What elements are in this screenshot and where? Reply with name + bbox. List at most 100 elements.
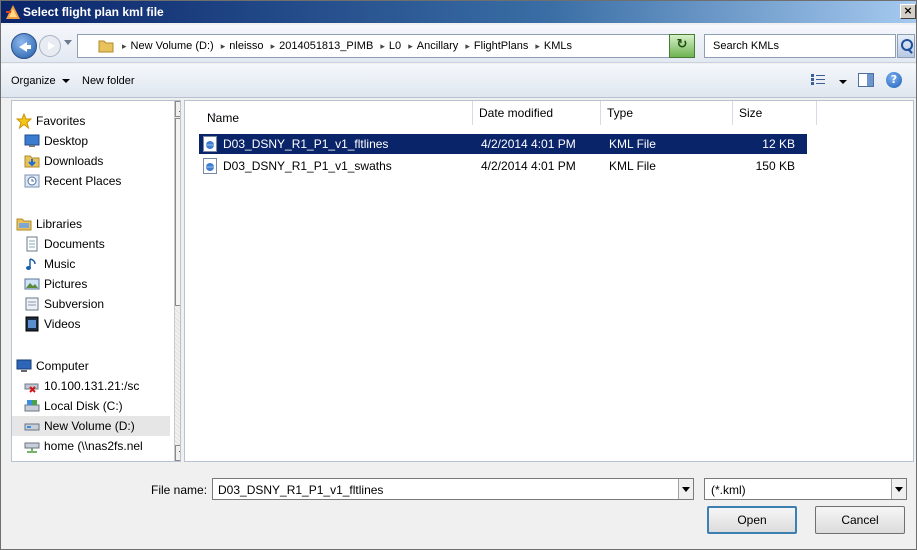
sidebar-item-downloads[interactable]: Downloads — [12, 151, 170, 171]
sidebar-item-pictures[interactable]: Pictures — [12, 274, 170, 294]
sidebar-item-network-share[interactable]: 10.100.131.21:/sc — [12, 376, 170, 396]
breadcrumb-separator-icon[interactable]: ▸ — [465, 41, 470, 51]
sidebar-item-label: Recent Places — [44, 174, 122, 188]
sidebar-item-label: Videos — [44, 317, 81, 331]
refresh-button[interactable]: ↻ — [669, 34, 695, 58]
sidebar-item-videos[interactable]: Videos — [12, 314, 170, 334]
breadcrumb-item[interactable]: New Volume (D:) — [131, 40, 214, 52]
documents-icon — [26, 236, 38, 252]
new-folder-button[interactable]: New folder — [82, 75, 135, 87]
recent-places-icon — [24, 174, 40, 188]
sidebar-item-local-disk-c[interactable]: Local Disk (C:) — [12, 396, 170, 416]
chevron-down-icon[interactable] — [678, 479, 693, 499]
sidebar-group-libraries[interactable]: Libraries — [12, 214, 170, 234]
views-dropdown-icon[interactable] — [839, 80, 847, 84]
breadcrumb-separator-icon[interactable]: ▸ — [221, 41, 226, 51]
breadcrumb-item[interactable]: KMLs — [544, 40, 572, 52]
file-name: D03_DSNY_R1_P1_v1_swaths — [223, 159, 392, 173]
address-bar[interactable]: ▸ New Volume (D:) ▸ nleisso ▸ 2014051813_PI… — [77, 34, 695, 58]
sidebar-item-label: Pictures — [44, 277, 88, 291]
desktop-icon — [24, 134, 40, 147]
file-name-combobox[interactable]: D03_DSNY_R1_P1_v1_fltlines — [212, 478, 694, 500]
sidebar-group-favorites[interactable]: Favorites — [12, 111, 170, 131]
file-name-value[interactable]: D03_DSNY_R1_P1_v1_fltlines — [218, 483, 383, 497]
history-dropdown-arrow[interactable] — [64, 40, 72, 45]
sidebar-item-subversion[interactable]: Subversion — [12, 294, 170, 314]
search-input[interactable]: Search KMLs — [704, 34, 896, 58]
scrollbar-thumb[interactable] — [175, 118, 180, 306]
change-view-icon[interactable] — [811, 74, 825, 86]
breadcrumb-separator-icon[interactable]: ▸ — [380, 41, 385, 51]
sidebar-item-documents[interactable]: Documents — [12, 234, 170, 254]
search-placeholder: Search KMLs — [713, 40, 780, 52]
volume-icon — [24, 423, 40, 431]
downloads-icon — [24, 155, 40, 168]
breadcrumb-separator-icon[interactable]: ▸ — [535, 41, 540, 51]
chevron-down-icon[interactable] — [891, 479, 906, 499]
search-icon[interactable] — [897, 34, 915, 58]
file-type: KML File — [609, 159, 656, 173]
kml-file-icon — [203, 136, 217, 152]
sidebar-item-label: 10.100.131.21:/sc — [44, 379, 140, 393]
column-header-label: Date modified — [479, 106, 554, 120]
sort-ascending-icon: ^ — [212, 111, 217, 121]
file-date: 4/2/2014 4:01 PM — [481, 159, 576, 173]
column-header-type[interactable]: Type — [601, 101, 733, 125]
sidebar-item-label: Local Disk (C:) — [44, 399, 123, 413]
sidebar-item-label: home (\\nas2fs.nel — [44, 439, 143, 453]
file-type-select[interactable]: (*.kml) — [704, 478, 907, 500]
column-header-name[interactable]: Name ^ — [195, 101, 473, 125]
breadcrumb-item[interactable]: Ancillary — [417, 40, 459, 52]
network-drive-disconnected-icon — [24, 383, 39, 393]
file-row[interactable]: D03_DSNY_R1_P1_v1_swaths 4/2/2014 4:01 P… — [199, 156, 807, 176]
navigation-bar: ▸ New Volume (D:) ▸ nleisso ▸ 2014051813_PI… — [1, 25, 916, 63]
file-dialog-window: Select flight plan kml file × ▸ New Volum… — [0, 0, 917, 550]
breadcrumb-separator-icon[interactable]: ▸ — [408, 41, 413, 51]
breadcrumb-separator-icon[interactable]: ▸ — [122, 41, 127, 51]
navigation-pane[interactable]: Favorites Desktop Downloads Recent Place… — [11, 100, 181, 462]
scroll-up-icon[interactable] — [175, 101, 180, 117]
breadcrumb[interactable]: ▸ New Volume (D:) ▸ nleisso ▸ 2014051813_PI… — [118, 40, 572, 52]
column-header-label: Size — [739, 106, 763, 120]
back-button[interactable] — [11, 33, 37, 59]
sidebar-item-new-volume-d[interactable]: New Volume (D:) — [12, 416, 170, 436]
sidebar-item-desktop[interactable]: Desktop — [12, 131, 170, 151]
sidebar-item-recent-places[interactable]: Recent Places — [12, 171, 170, 191]
breadcrumb-item[interactable]: L0 — [389, 40, 401, 52]
file-size: 150 KB — [755, 159, 795, 173]
title-bar[interactable]: Select flight plan kml file × — [1, 1, 916, 23]
sidebar-scrollbar[interactable] — [174, 101, 180, 461]
chevron-down-icon — [61, 79, 70, 84]
forward-button[interactable] — [39, 35, 61, 57]
help-icon[interactable]: ? — [886, 72, 902, 88]
breadcrumb-item[interactable]: nleisso — [229, 40, 263, 52]
column-header-date-modified[interactable]: Date modified — [473, 101, 601, 125]
sidebar-item-music[interactable]: Music — [12, 254, 170, 274]
sidebar-item-home-share[interactable]: home (\\nas2fs.nel — [12, 436, 170, 456]
file-name: D03_DSNY_R1_P1_v1_fltlines — [223, 137, 389, 151]
scroll-down-icon[interactable] — [175, 445, 180, 461]
file-name-label: File name: — [151, 483, 208, 497]
sidebar-item-label: Subversion — [44, 297, 105, 311]
kml-file-icon — [203, 158, 217, 174]
breadcrumb-item[interactable]: FlightPlans — [474, 40, 528, 52]
file-row[interactable]: D03_DSNY_R1_P1_v1_fltlines 4/2/2014 4:01… — [199, 134, 807, 154]
subversion-icon — [25, 297, 39, 311]
preview-pane-icon[interactable] — [858, 73, 874, 87]
file-type-value: (*.kml) — [711, 483, 746, 497]
breadcrumb-item[interactable]: 2014051813_PIMB — [279, 40, 373, 52]
network-drive-icon — [24, 442, 40, 453]
breadcrumb-separator-icon[interactable]: ▸ — [271, 41, 276, 51]
sidebar-item-label: New Volume (D:) — [44, 419, 135, 433]
file-list[interactable]: Name ^ Date modified Type Size D03_DSNY_R… — [184, 100, 914, 462]
close-button[interactable]: × — [900, 4, 916, 19]
column-header-size[interactable]: Size — [733, 101, 817, 125]
sidebar-group-computer[interactable]: Computer — [12, 356, 170, 376]
organize-button[interactable]: Organize — [11, 75, 70, 87]
cancel-button[interactable]: Cancel — [815, 506, 905, 534]
file-size: 12 KB — [762, 137, 795, 151]
sidebar-group-label: Libraries — [36, 217, 83, 231]
local-disk-icon — [24, 400, 40, 412]
star-icon — [16, 113, 32, 129]
open-button[interactable]: Open — [707, 506, 797, 534]
